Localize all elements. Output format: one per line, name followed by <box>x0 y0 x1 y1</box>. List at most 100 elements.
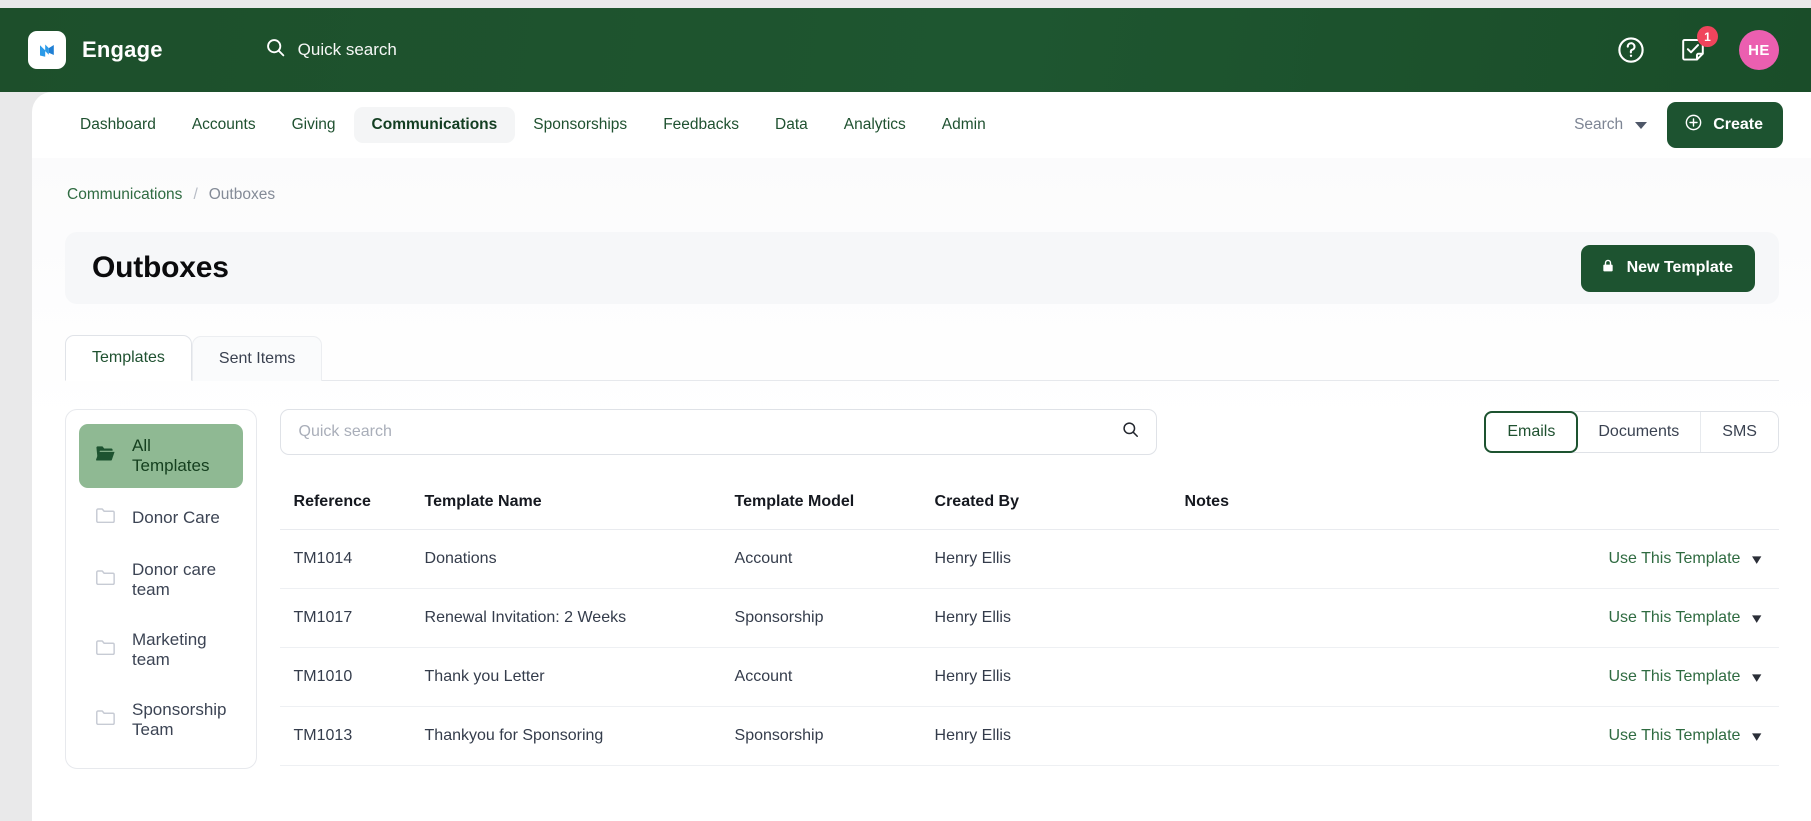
nav-item-dashboard[interactable]: Dashboard <box>62 107 174 143</box>
search-wrapper <box>279 409 1157 455</box>
chevron-down-icon[interactable]: ▾ <box>1752 670 1761 685</box>
column-header-reference: Reference <box>279 479 425 530</box>
engage-logo-icon <box>28 31 66 69</box>
nav-item-feedbacks[interactable]: Feedbacks <box>645 107 757 143</box>
top-header-bar: Engage Quick search 1 HE <box>0 8 1811 92</box>
folder-label: All Templates <box>132 436 210 475</box>
header-quick-search[interactable]: Quick search <box>265 37 397 63</box>
search-icon[interactable] <box>1121 420 1140 444</box>
use-this-template-label: Use This Template <box>1608 727 1741 744</box>
breadcrumb-separator: / <box>193 186 198 203</box>
lock-icon <box>1600 257 1616 280</box>
folder-open-icon <box>95 444 116 468</box>
breadcrumb: Communications / Outboxes <box>32 158 1811 204</box>
cell-model: Sponsorship <box>734 706 935 766</box>
main-nav-bar: Dashboard Accounts Giving Communications… <box>32 92 1811 158</box>
cell-notes <box>1184 588 1375 648</box>
folder-item-sponsorship-team[interactable]: Sponsorship Team <box>79 688 243 752</box>
folder-item-marketing-team[interactable]: Marketing team <box>79 618 243 682</box>
folder-icon <box>95 506 116 530</box>
cell-notes <box>1184 529 1375 589</box>
cell-model: Sponsorship <box>734 588 935 648</box>
folder-icon <box>95 638 116 662</box>
cell-name: Thankyou for Sponsoring <box>424 706 735 766</box>
cell-name: Renewal Invitation: 2 Weeks <box>424 588 735 648</box>
avatar[interactable]: HE <box>1739 30 1779 70</box>
nav-search-label: Search <box>1574 116 1624 133</box>
nav-search-dropdown[interactable]: Search <box>1574 116 1648 134</box>
table-row[interactable]: TM1014 Donations Account Henry Ellis Use… <box>279 529 1779 589</box>
table-header-row: Reference Template Name Template Model C… <box>279 479 1779 530</box>
new-template-label: New Template <box>1626 259 1733 276</box>
cell-reference: TM1017 <box>279 588 425 648</box>
table-row[interactable]: TM1013 Thankyou for Sponsoring Sponsorsh… <box>279 706 1779 766</box>
chevron-down-icon[interactable]: ▾ <box>1752 729 1761 744</box>
folder-item-donor-care-team[interactable]: Donor care team <box>79 548 243 612</box>
new-template-button[interactable]: New Template <box>1580 244 1755 292</box>
use-this-template-button[interactable]: Use This Template ▾ <box>1375 550 1779 568</box>
nav-item-analytics[interactable]: Analytics <box>826 107 924 143</box>
use-this-template-button[interactable]: Use This Template ▾ <box>1375 609 1779 627</box>
tab-templates[interactable]: Templates <box>65 335 192 381</box>
chevron-down-icon[interactable]: ▾ <box>1752 552 1761 567</box>
cell-name: Donations <box>424 529 735 589</box>
column-header-template-model: Template Model <box>734 479 935 530</box>
page-title-card: Outboxes New Template <box>65 232 1779 304</box>
folder-label: Sponsorship Team <box>132 700 227 739</box>
chevron-down-icon <box>1635 121 1648 129</box>
nav-item-data[interactable]: Data <box>757 107 826 143</box>
chevron-down-icon[interactable]: ▾ <box>1752 611 1761 626</box>
cell-name: Thank you Letter <box>424 647 735 707</box>
brand-name: Engage <box>82 37 163 62</box>
folder-item-donor-care[interactable]: Donor Care <box>79 494 243 542</box>
toggle-documents[interactable]: Documents <box>1577 412 1702 452</box>
search-input[interactable] <box>279 409 1157 455</box>
header-actions: 1 HE <box>1615 26 1783 70</box>
nav-item-admin[interactable]: Admin <box>924 107 1004 143</box>
folder-sidebar: All Templates Donor Care Donor care team… <box>65 409 257 769</box>
table-head: Reference Template Name Template Model C… <box>279 479 1779 530</box>
use-this-template-label: Use This Template <box>1608 609 1741 626</box>
table-row[interactable]: TM1010 Thank you Letter Account Henry El… <box>279 647 1779 707</box>
templates-table: Reference Template Name Template Model C… <box>279 479 1779 766</box>
folder-label: Marketing team <box>132 630 207 669</box>
cell-created-by: Henry Ellis <box>934 529 1185 589</box>
column-header-template-name: Template Name <box>424 479 735 530</box>
nav-right-actions: Search Create <box>1574 102 1783 148</box>
column-header-notes: Notes <box>1184 479 1375 530</box>
task-badge-count: 1 <box>1697 26 1718 47</box>
column-header-created-by: Created By <box>934 479 1185 530</box>
toggle-emails[interactable]: Emails <box>1484 411 1579 453</box>
folder-icon <box>95 708 116 732</box>
nav-item-accounts[interactable]: Accounts <box>174 107 274 143</box>
cell-created-by: Henry Ellis <box>934 647 1185 707</box>
use-this-template-button[interactable]: Use This Template ▾ <box>1375 727 1779 745</box>
toggle-sms[interactable]: SMS <box>1701 412 1778 452</box>
task-note-icon[interactable]: 1 <box>1677 26 1718 66</box>
type-toggle-group: Emails Documents SMS <box>1484 411 1779 453</box>
use-this-template-label: Use This Template <box>1608 550 1741 567</box>
table-row[interactable]: TM1017 Renewal Invitation: 2 Weeks Spons… <box>279 588 1779 648</box>
folder-item-all-templates[interactable]: All Templates <box>79 424 243 488</box>
column-header-action <box>1374 479 1779 530</box>
create-button[interactable]: Create <box>1667 102 1783 148</box>
page-title: Outboxes <box>92 251 229 284</box>
nav-item-giving[interactable]: Giving <box>274 107 354 143</box>
nav-item-communications[interactable]: Communications <box>353 107 516 143</box>
cell-action: Use This Template ▾ <box>1374 706 1779 766</box>
header-quick-search-label: Quick search <box>297 40 397 59</box>
content-tabs: Templates Sent Items <box>65 334 1779 381</box>
search-icon <box>265 37 286 63</box>
cell-model: Account <box>734 647 935 707</box>
use-this-template-button[interactable]: Use This Template ▾ <box>1375 668 1779 686</box>
cell-action: Use This Template ▾ <box>1374 588 1779 648</box>
help-circle-icon[interactable] <box>1615 34 1647 66</box>
breadcrumb-communications[interactable]: Communications <box>67 186 182 204</box>
nav-item-sponsorships[interactable]: Sponsorships <box>515 107 645 143</box>
cell-reference: TM1014 <box>279 529 425 589</box>
tab-sent-items[interactable]: Sent Items <box>191 336 323 381</box>
cell-model: Account <box>734 529 935 589</box>
brand[interactable]: Engage <box>28 31 163 69</box>
cell-action: Use This Template ▾ <box>1374 647 1779 707</box>
cell-reference: TM1013 <box>279 706 425 766</box>
